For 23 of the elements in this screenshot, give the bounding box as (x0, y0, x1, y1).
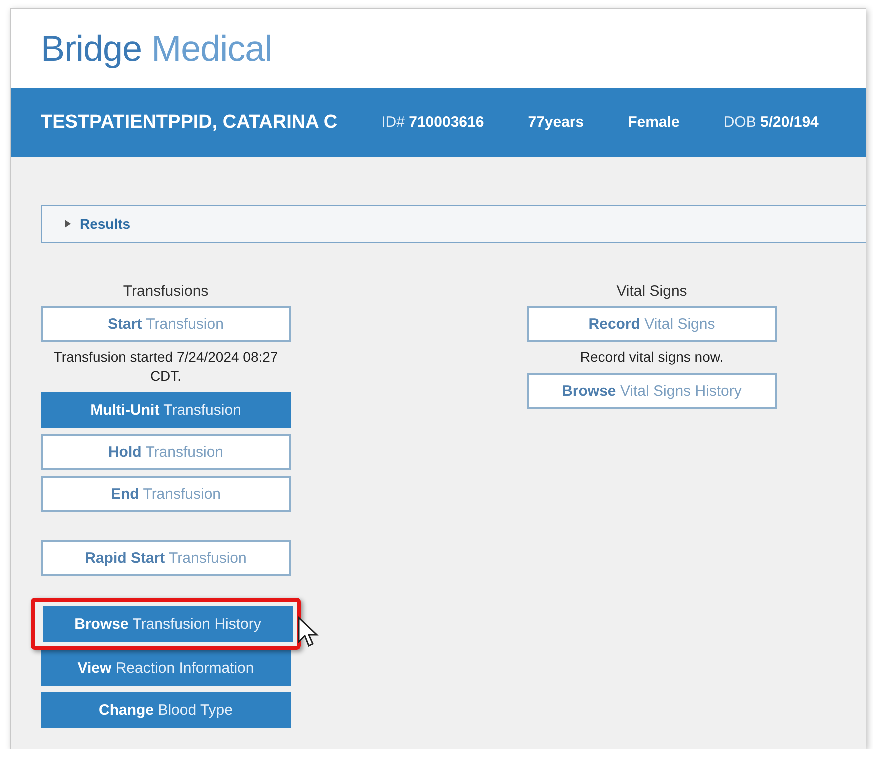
app-title: Bridge Medical (41, 28, 272, 70)
pointer-cursor-icon (297, 616, 319, 648)
patient-field: Female (628, 114, 680, 131)
section-title: Vital Signs (616, 283, 688, 300)
action-button[interactable]: Browse Transfusion History (43, 606, 293, 642)
action-button[interactable]: Hold Transfusion (41, 434, 291, 470)
action-button[interactable]: View Reaction Information (41, 650, 291, 686)
action-button[interactable]: Rapid Start Transfusion (41, 540, 291, 576)
status-text: Transfusion started 7/24/2024 08:27 CDT. (52, 348, 280, 386)
section-title: Transfusions (122, 283, 210, 300)
status-text: Record vital signs now. (579, 348, 725, 367)
patient-field: ID# 710003616 (382, 114, 484, 131)
action-button[interactable]: Record Vital Signs (527, 306, 777, 342)
patient-name: TESTPATIENTPPID, CATARINA C (41, 112, 338, 134)
action-button[interactable]: Multi-Unit Transfusion (41, 392, 291, 428)
patient-field: DOB 5/20/194 (724, 114, 819, 131)
action-button[interactable]: Change Blood Type (41, 692, 291, 728)
patient-field: 77years (528, 114, 584, 131)
action-button[interactable]: Browse Vital Signs History (527, 373, 777, 409)
expand-icon (64, 219, 72, 229)
action-button[interactable]: Start Transfusion (41, 306, 291, 342)
action-button[interactable]: End Transfusion (41, 476, 291, 512)
results-section[interactable]: Results (41, 205, 866, 243)
